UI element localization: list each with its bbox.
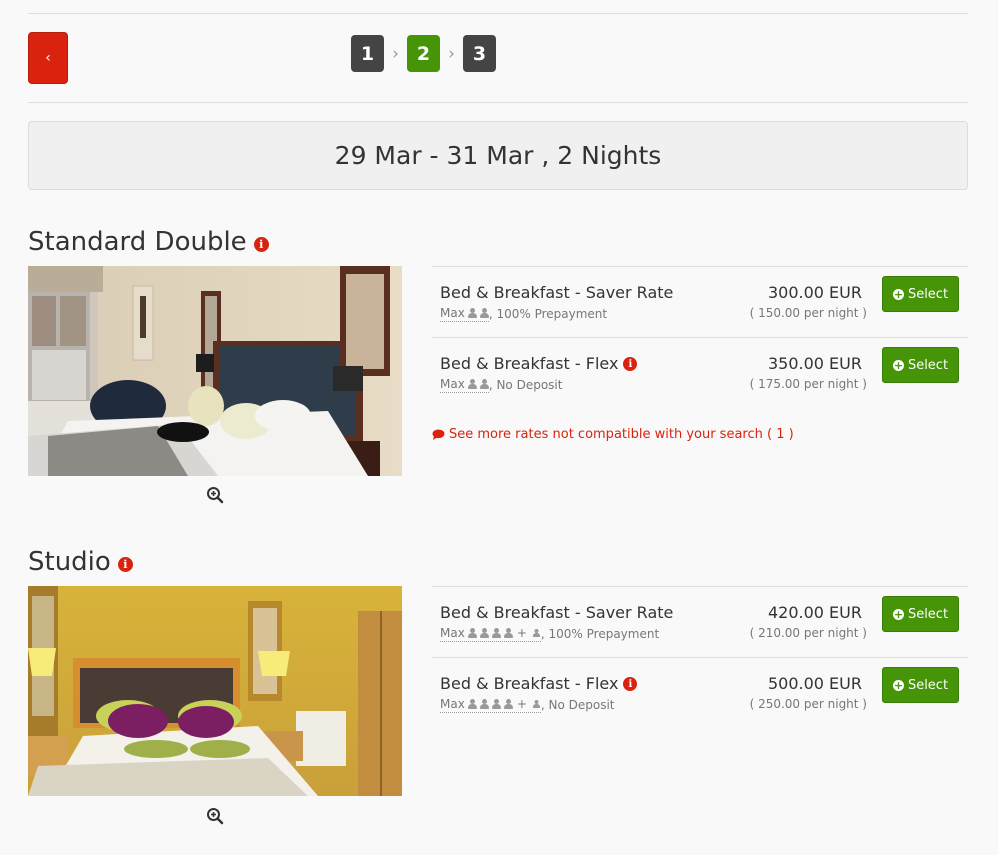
rate-name-text: Bed & Breakfast - Saver Rate <box>440 603 674 622</box>
plus-circle-icon: + <box>892 678 904 692</box>
more-rates-text: See more rates not compatible with your … <box>449 427 794 442</box>
select-button[interactable]: + Select <box>882 596 959 632</box>
info-circle-icon[interactable]: i <box>623 677 638 691</box>
plus-circle-icon: + <box>892 607 904 621</box>
room-name: Studio <box>28 547 111 577</box>
rate-name: Bed & Breakfast - Flex i <box>440 674 638 693</box>
max-occupancy[interactable]: Max + <box>440 626 541 642</box>
rate-price: 350.00 EUR <box>767 354 862 373</box>
step-3: 3 <box>463 35 496 72</box>
max-label: Max <box>440 306 465 320</box>
select-button[interactable]: + Select <box>882 667 959 703</box>
rates-list: Bed & Breakfast - Saver Rate Max , 100% … <box>432 266 968 408</box>
user-icon <box>479 628 489 638</box>
select-button[interactable]: + Select <box>882 276 959 312</box>
rate-name: Bed & Breakfast - Flex i <box>440 354 638 373</box>
rate-name-text: Bed & Breakfast - Saver Rate <box>440 283 674 302</box>
chevron-right-icon: › <box>392 43 399 64</box>
rate-policy: , No Deposit <box>540 698 615 712</box>
rate-name-text: Bed & Breakfast - Flex <box>440 354 619 373</box>
more-rates-link[interactable]: See more rates not compatible with your … <box>432 427 794 442</box>
plus-circle-icon: + <box>892 287 904 301</box>
rate-per-night: ( 175.00 per night ) <box>749 377 867 391</box>
plus-sign: + <box>516 626 527 640</box>
child-icon <box>532 700 540 708</box>
max-label: Max <box>440 697 465 711</box>
plus-circle-icon: + <box>892 358 904 372</box>
rate-policy: , 100% Prepayment <box>540 627 660 641</box>
max-occupancy[interactable]: Max + <box>440 697 541 713</box>
step-2: 2 <box>407 35 440 72</box>
max-occupancy[interactable]: Max <box>440 377 489 393</box>
rate-occupancy: Max + , 100% Prepayment <box>440 626 659 642</box>
zoom-in-icon[interactable] <box>206 807 224 825</box>
max-occupancy[interactable]: Max <box>440 306 489 322</box>
user-icon <box>491 628 501 638</box>
rate-name: Bed & Breakfast - Saver Rate <box>440 283 673 302</box>
rate-per-night: ( 210.00 per night ) <box>749 626 867 640</box>
comment-icon <box>432 429 445 440</box>
child-icon <box>532 629 540 637</box>
select-label: Select <box>907 357 949 373</box>
booking-steps: 1 › 2 › 3 <box>351 35 496 72</box>
room-title: Standard Double i <box>28 227 269 257</box>
user-icon <box>467 699 477 709</box>
select-button[interactable]: + Select <box>882 347 959 383</box>
room-photo[interactable] <box>28 586 402 796</box>
rate-per-night: ( 150.00 per night ) <box>749 306 867 320</box>
info-circle-icon[interactable]: i <box>117 556 133 572</box>
chevron-left-icon: ‹ <box>45 50 51 66</box>
rate-row: Bed & Breakfast - Saver Rate Max + , 100… <box>432 586 968 657</box>
user-icon <box>467 308 477 318</box>
rate-occupancy: Max + , No Deposit <box>440 697 615 713</box>
rate-name-text: Bed & Breakfast - Flex <box>440 674 619 693</box>
info-circle-icon[interactable]: i <box>253 236 269 252</box>
rate-policy: , No Deposit <box>488 378 563 392</box>
rate-row: Bed & Breakfast - Flex i Max + , No Depo… <box>432 657 968 728</box>
user-icon <box>467 628 477 638</box>
chevron-right-icon: › <box>448 43 455 64</box>
user-icon <box>479 308 489 318</box>
user-icon <box>503 699 513 709</box>
rate-price: 420.00 EUR <box>767 603 862 622</box>
user-icon <box>503 628 513 638</box>
header-divider <box>28 102 968 103</box>
max-label: Max <box>440 377 465 391</box>
back-button[interactable]: ‹ <box>28 32 68 84</box>
info-circle-icon[interactable]: i <box>623 357 638 371</box>
room-title: Studio i <box>28 547 133 577</box>
user-icon <box>491 699 501 709</box>
rate-price: 300.00 EUR <box>767 283 862 302</box>
user-icon <box>479 699 489 709</box>
rate-price: 500.00 EUR <box>767 674 862 693</box>
top-divider <box>28 13 968 14</box>
rate-name: Bed & Breakfast - Saver Rate <box>440 603 673 622</box>
rate-row: Bed & Breakfast - Saver Rate Max , 100% … <box>432 266 968 337</box>
select-label: Select <box>907 677 949 693</box>
stay-dates: 29 Mar - 31 Mar , 2 Nights <box>334 141 662 170</box>
user-icon <box>479 379 489 389</box>
user-icon <box>467 379 477 389</box>
rate-per-night: ( 250.00 per night ) <box>749 697 867 711</box>
rate-occupancy: Max , No Deposit <box>440 377 562 393</box>
rate-occupancy: Max , 100% Prepayment <box>440 306 607 322</box>
step-1[interactable]: 1 <box>351 35 384 72</box>
rate-row: Bed & Breakfast - Flex i Max , No Deposi… <box>432 337 968 408</box>
room-photo[interactable] <box>28 266 402 476</box>
plus-sign: + <box>516 697 527 711</box>
select-label: Select <box>907 606 949 622</box>
rate-policy: , 100% Prepayment <box>488 307 608 321</box>
stay-summary: 29 Mar - 31 Mar , 2 Nights <box>28 121 968 190</box>
max-label: Max <box>440 626 465 640</box>
select-label: Select <box>907 286 949 302</box>
rates-list: Bed & Breakfast - Saver Rate Max + , 100… <box>432 586 968 728</box>
room-name: Standard Double <box>28 227 247 257</box>
zoom-in-icon[interactable] <box>206 486 224 504</box>
